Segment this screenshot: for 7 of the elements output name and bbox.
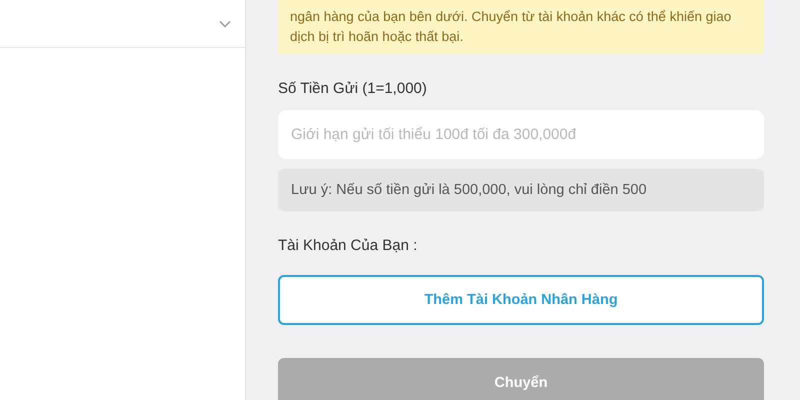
hint-text: Lưu ý: Nếu số tiền gửi là 500,000, vui lòng chỉ điền 500: [278, 169, 764, 211]
amount-field[interactable]: Giới hạn gửi tối thiểu 100đ tối đa 300,000đ: [278, 110, 764, 159]
field-label: Số Tiền Gửi (1=1,000): [278, 80, 428, 99]
notice-text: ngân hàng của bạn bên dưới. Chuyển từ tài khoản khác có thể khiến giao dịch bị trì hoãn hoặc thất bại.: [278, 0, 764, 54]
add-account-button[interactable]: Thêm Tài Khoản Nhân Hàng: [278, 275, 764, 325]
chevron-down-icon[interactable]: [219, 20, 231, 28]
field-label: Tài Khoản Của Bạn :: [278, 237, 418, 256]
